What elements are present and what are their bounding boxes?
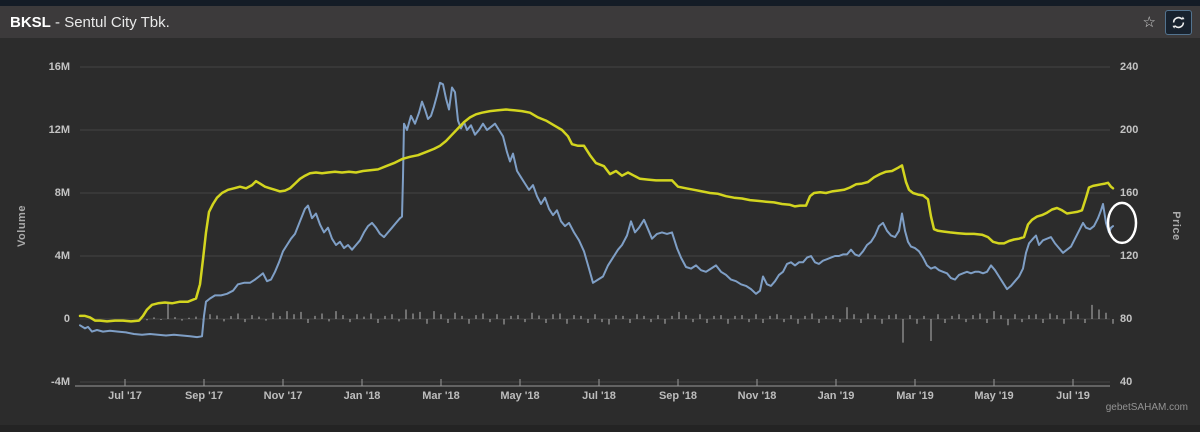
y-axis-left-tick-label: 16M [0, 61, 70, 73]
chart-area: Volume Price 16M12M8M4M0-4M2402001601208… [0, 38, 1200, 432]
favorite-star-icon[interactable]: ☆ [1143, 15, 1156, 30]
title-bar: BKSL - Sentul City Tbk. ☆ [0, 6, 1200, 39]
refresh-button[interactable] [1165, 10, 1192, 35]
y-axis-left-tick-label: 0 [0, 313, 70, 325]
x-axis-tick-label: Jul '17 [95, 390, 155, 402]
y-axis-left-tick-label: 12M [0, 124, 70, 136]
title-separator: - [51, 14, 64, 31]
x-axis-tick-label: May '18 [490, 390, 550, 402]
cumulative-foreign-volume-line [80, 83, 1113, 337]
x-axis-tick-label: Mar '19 [885, 390, 945, 402]
company-name: Sentul City Tbk. [64, 14, 170, 31]
watermark: gebetSAHAM.com [1106, 402, 1188, 413]
y-axis-right-tick-label: 120 [1120, 250, 1164, 262]
x-axis-tick-label: Jan '19 [806, 390, 866, 402]
x-axis-tick-label: May '19 [964, 390, 1024, 402]
highlight-ellipse [1108, 203, 1136, 243]
y-axis-right-tick-label: 160 [1120, 187, 1164, 199]
y-axis-right-title: Price [1170, 186, 1182, 266]
x-axis-tick-label: Nov '18 [727, 390, 787, 402]
bottom-strip [0, 425, 1200, 432]
x-axis-tick-label: Nov '17 [253, 390, 313, 402]
x-axis-tick-label: Jul '19 [1043, 390, 1103, 402]
x-axis-tick-label: Jan '18 [332, 390, 392, 402]
x-axis-tick-label: Mar '18 [411, 390, 471, 402]
y-axis-left-tick-label: 4M [0, 250, 70, 262]
y-axis-right-tick-label: 80 [1120, 313, 1164, 325]
y-axis-left-tick-label: -4M [0, 376, 70, 388]
page-title: BKSL - Sentul City Tbk. [10, 14, 170, 31]
ticker-symbol: BKSL [10, 14, 51, 31]
x-axis-tick-label: Sep '17 [174, 390, 234, 402]
refresh-icon [1171, 15, 1186, 30]
y-axis-right-tick-label: 40 [1120, 376, 1164, 388]
x-axis-tick-label: Jul '18 [569, 390, 629, 402]
x-axis-tick-label: Sep '18 [648, 390, 708, 402]
y-axis-left-tick-label: 8M [0, 187, 70, 199]
stock-chart-widget: BKSL - Sentul City Tbk. ☆ Volume Price 1… [0, 0, 1200, 432]
y-axis-right-tick-label: 200 [1120, 124, 1164, 136]
header-actions: ☆ [1143, 10, 1192, 35]
chart-svg [0, 38, 1200, 432]
y-axis-right-tick-label: 240 [1120, 61, 1164, 73]
